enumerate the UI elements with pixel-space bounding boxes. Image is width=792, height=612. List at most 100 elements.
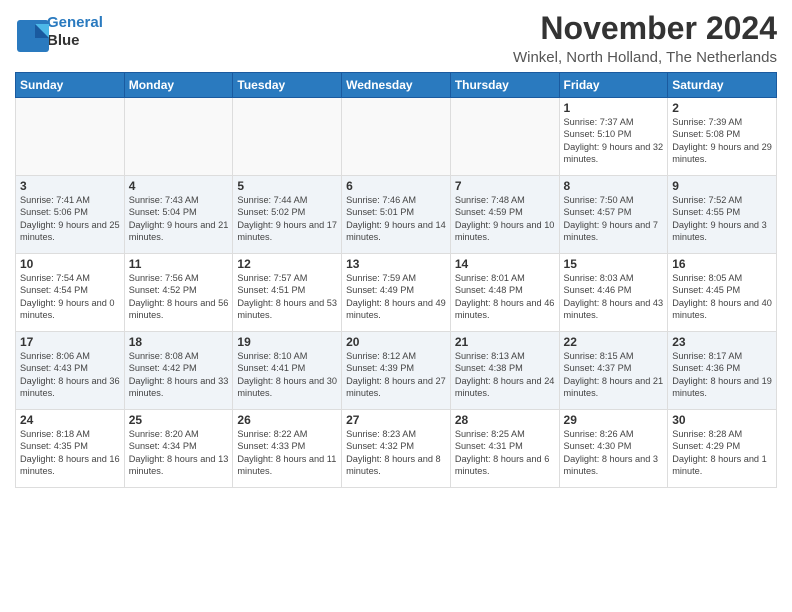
logo-icon <box>15 18 43 46</box>
day-info: Sunrise: 7:52 AM Sunset: 4:55 PM Dayligh… <box>672 194 772 244</box>
day-number: 25 <box>129 413 229 427</box>
day-info: Sunrise: 7:46 AM Sunset: 5:01 PM Dayligh… <box>346 194 446 244</box>
table-row: 10Sunrise: 7:54 AM Sunset: 4:54 PM Dayli… <box>16 254 125 332</box>
day-info: Sunrise: 8:01 AM Sunset: 4:48 PM Dayligh… <box>455 272 555 322</box>
day-info: Sunrise: 7:56 AM Sunset: 4:52 PM Dayligh… <box>129 272 229 322</box>
day-info: Sunrise: 8:10 AM Sunset: 4:41 PM Dayligh… <box>237 350 337 400</box>
header-thursday: Thursday <box>450 73 559 98</box>
day-number: 14 <box>455 257 555 271</box>
day-info: Sunrise: 8:23 AM Sunset: 4:32 PM Dayligh… <box>346 428 446 478</box>
day-info: Sunrise: 7:48 AM Sunset: 4:59 PM Dayligh… <box>455 194 555 244</box>
calendar-week-row: 3Sunrise: 7:41 AM Sunset: 5:06 PM Daylig… <box>16 176 777 254</box>
header-saturday: Saturday <box>668 73 777 98</box>
table-row: 18Sunrise: 8:08 AM Sunset: 4:42 PM Dayli… <box>124 332 233 410</box>
header-tuesday: Tuesday <box>233 73 342 98</box>
table-row: 30Sunrise: 8:28 AM Sunset: 4:29 PM Dayli… <box>668 410 777 488</box>
table-row: 28Sunrise: 8:25 AM Sunset: 4:31 PM Dayli… <box>450 410 559 488</box>
day-info: Sunrise: 8:08 AM Sunset: 4:42 PM Dayligh… <box>129 350 229 400</box>
day-info: Sunrise: 7:54 AM Sunset: 4:54 PM Dayligh… <box>20 272 120 322</box>
day-info: Sunrise: 8:25 AM Sunset: 4:31 PM Dayligh… <box>455 428 555 478</box>
table-row: 22Sunrise: 8:15 AM Sunset: 4:37 PM Dayli… <box>559 332 668 410</box>
day-info: Sunrise: 8:05 AM Sunset: 4:45 PM Dayligh… <box>672 272 772 322</box>
table-row: 16Sunrise: 8:05 AM Sunset: 4:45 PM Dayli… <box>668 254 777 332</box>
day-info: Sunrise: 8:06 AM Sunset: 4:43 PM Dayligh… <box>20 350 120 400</box>
day-number: 4 <box>129 179 229 193</box>
header-friday: Friday <box>559 73 668 98</box>
day-info: Sunrise: 8:15 AM Sunset: 4:37 PM Dayligh… <box>564 350 664 400</box>
day-info: Sunrise: 8:22 AM Sunset: 4:33 PM Dayligh… <box>237 428 337 478</box>
day-info: Sunrise: 7:57 AM Sunset: 4:51 PM Dayligh… <box>237 272 337 322</box>
day-info: Sunrise: 8:26 AM Sunset: 4:30 PM Dayligh… <box>564 428 664 478</box>
day-number: 29 <box>564 413 664 427</box>
day-info: Sunrise: 8:20 AM Sunset: 4:34 PM Dayligh… <box>129 428 229 478</box>
calendar-table: Sunday Monday Tuesday Wednesday Thursday… <box>15 72 777 488</box>
day-number: 21 <box>455 335 555 349</box>
day-number: 23 <box>672 335 772 349</box>
table-row: 13Sunrise: 7:59 AM Sunset: 4:49 PM Dayli… <box>342 254 451 332</box>
calendar-week-row: 1Sunrise: 7:37 AM Sunset: 5:10 PM Daylig… <box>16 98 777 176</box>
table-row: 23Sunrise: 8:17 AM Sunset: 4:36 PM Dayli… <box>668 332 777 410</box>
day-info: Sunrise: 7:43 AM Sunset: 5:04 PM Dayligh… <box>129 194 229 244</box>
day-number: 28 <box>455 413 555 427</box>
table-row: 19Sunrise: 8:10 AM Sunset: 4:41 PM Dayli… <box>233 332 342 410</box>
table-row: 6Sunrise: 7:46 AM Sunset: 5:01 PM Daylig… <box>342 176 451 254</box>
day-number: 22 <box>564 335 664 349</box>
day-info: Sunrise: 8:13 AM Sunset: 4:38 PM Dayligh… <box>455 350 555 400</box>
calendar-week-row: 10Sunrise: 7:54 AM Sunset: 4:54 PM Dayli… <box>16 254 777 332</box>
day-info: Sunrise: 8:12 AM Sunset: 4:39 PM Dayligh… <box>346 350 446 400</box>
day-number: 24 <box>20 413 120 427</box>
table-row: 8Sunrise: 7:50 AM Sunset: 4:57 PM Daylig… <box>559 176 668 254</box>
day-number: 6 <box>346 179 446 193</box>
day-number: 1 <box>564 101 664 115</box>
day-info: Sunrise: 7:41 AM Sunset: 5:06 PM Dayligh… <box>20 194 120 244</box>
logo-text: General Blue <box>47 14 103 50</box>
table-row: 11Sunrise: 7:56 AM Sunset: 4:52 PM Dayli… <box>124 254 233 332</box>
day-number: 20 <box>346 335 446 349</box>
day-info: Sunrise: 7:44 AM Sunset: 5:02 PM Dayligh… <box>237 194 337 244</box>
table-row: 27Sunrise: 8:23 AM Sunset: 4:32 PM Dayli… <box>342 410 451 488</box>
day-number: 10 <box>20 257 120 271</box>
table-row: 1Sunrise: 7:37 AM Sunset: 5:10 PM Daylig… <box>559 98 668 176</box>
location-title: Winkel, North Holland, The Netherlands <box>513 49 777 66</box>
table-row: 7Sunrise: 7:48 AM Sunset: 4:59 PM Daylig… <box>450 176 559 254</box>
header: General Blue November 2024 Winkel, North… <box>15 10 777 66</box>
table-row: 20Sunrise: 8:12 AM Sunset: 4:39 PM Dayli… <box>342 332 451 410</box>
day-number: 15 <box>564 257 664 271</box>
day-number: 3 <box>20 179 120 193</box>
day-number: 17 <box>20 335 120 349</box>
day-number: 2 <box>672 101 772 115</box>
day-info: Sunrise: 8:28 AM Sunset: 4:29 PM Dayligh… <box>672 428 772 478</box>
table-row: 2Sunrise: 7:39 AM Sunset: 5:08 PM Daylig… <box>668 98 777 176</box>
calendar-header-row: Sunday Monday Tuesday Wednesday Thursday… <box>16 73 777 98</box>
day-info: Sunrise: 7:50 AM Sunset: 4:57 PM Dayligh… <box>564 194 664 244</box>
table-row <box>342 98 451 176</box>
table-row: 3Sunrise: 7:41 AM Sunset: 5:06 PM Daylig… <box>16 176 125 254</box>
table-row <box>124 98 233 176</box>
day-number: 19 <box>237 335 337 349</box>
table-row <box>16 98 125 176</box>
table-row: 17Sunrise: 8:06 AM Sunset: 4:43 PM Dayli… <box>16 332 125 410</box>
calendar-week-row: 17Sunrise: 8:06 AM Sunset: 4:43 PM Dayli… <box>16 332 777 410</box>
table-row: 29Sunrise: 8:26 AM Sunset: 4:30 PM Dayli… <box>559 410 668 488</box>
day-info: Sunrise: 7:37 AM Sunset: 5:10 PM Dayligh… <box>564 116 664 166</box>
table-row <box>450 98 559 176</box>
table-row <box>233 98 342 176</box>
header-monday: Monday <box>124 73 233 98</box>
day-number: 7 <box>455 179 555 193</box>
day-number: 9 <box>672 179 772 193</box>
header-sunday: Sunday <box>16 73 125 98</box>
day-info: Sunrise: 8:03 AM Sunset: 4:46 PM Dayligh… <box>564 272 664 322</box>
table-row: 5Sunrise: 7:44 AM Sunset: 5:02 PM Daylig… <box>233 176 342 254</box>
table-row: 15Sunrise: 8:03 AM Sunset: 4:46 PM Dayli… <box>559 254 668 332</box>
table-row: 25Sunrise: 8:20 AM Sunset: 4:34 PM Dayli… <box>124 410 233 488</box>
table-row: 21Sunrise: 8:13 AM Sunset: 4:38 PM Dayli… <box>450 332 559 410</box>
table-row: 24Sunrise: 8:18 AM Sunset: 4:35 PM Dayli… <box>16 410 125 488</box>
day-info: Sunrise: 8:17 AM Sunset: 4:36 PM Dayligh… <box>672 350 772 400</box>
day-number: 27 <box>346 413 446 427</box>
day-number: 26 <box>237 413 337 427</box>
table-row: 4Sunrise: 7:43 AM Sunset: 5:04 PM Daylig… <box>124 176 233 254</box>
table-row: 12Sunrise: 7:57 AM Sunset: 4:51 PM Dayli… <box>233 254 342 332</box>
day-info: Sunrise: 8:18 AM Sunset: 4:35 PM Dayligh… <box>20 428 120 478</box>
day-info: Sunrise: 7:59 AM Sunset: 4:49 PM Dayligh… <box>346 272 446 322</box>
day-number: 5 <box>237 179 337 193</box>
